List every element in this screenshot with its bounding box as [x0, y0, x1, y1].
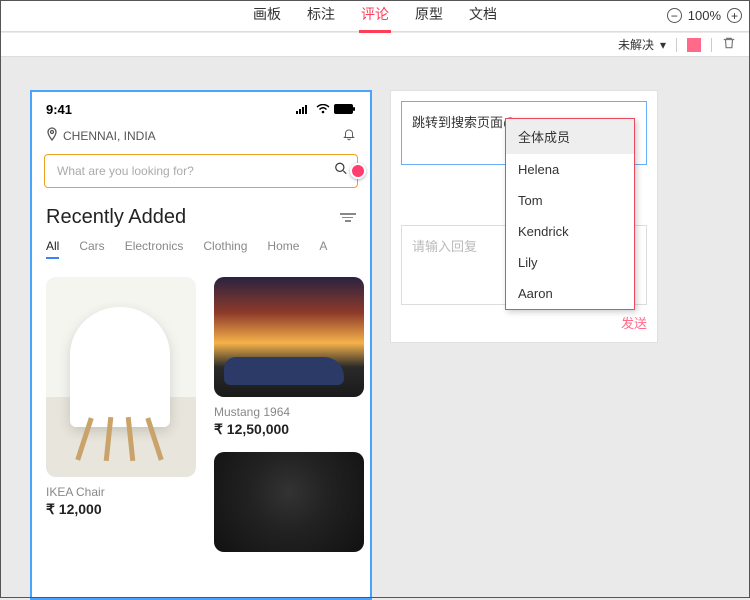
comment-filter-dropdown[interactable]: 未解决 ▾: [618, 36, 666, 53]
signal-icon: [296, 102, 312, 117]
canvas-area[interactable]: 9:41 CHENNAI, INDIA: [0, 60, 750, 598]
category-tab-more[interactable]: A: [319, 239, 327, 259]
mobile-status-bar: 9:41: [32, 92, 370, 121]
product-cards: IKEA Chair ₹ 12,000 Mustang 1964 ₹ 12,50…: [32, 267, 370, 552]
category-tab-cars[interactable]: Cars: [79, 239, 104, 259]
divider: [711, 38, 712, 52]
location-text: CHENNAI, INDIA: [63, 129, 156, 143]
zoom-out-button[interactable]: −: [667, 8, 682, 23]
comment-filter-label: 未解决: [618, 36, 654, 53]
location-pin-icon: [46, 127, 58, 144]
battery-icon: [334, 102, 356, 117]
zoom-controls: − 100% +: [667, 8, 742, 23]
mention-item[interactable]: Kendrick: [506, 216, 634, 247]
category-tab-all[interactable]: All: [46, 239, 59, 259]
product-price: ₹ 12,50,000: [214, 421, 364, 438]
tab-prototype[interactable]: 原型: [413, 0, 445, 33]
mention-item[interactable]: Helena: [506, 154, 634, 185]
comment-pin[interactable]: [350, 163, 366, 179]
tab-comment[interactable]: 评论: [359, 0, 391, 33]
category-tab-electronics[interactable]: Electronics: [125, 239, 184, 259]
location-row: CHENNAI, INDIA: [32, 121, 370, 154]
product-price: ₹ 12,000: [46, 501, 196, 518]
product-image: [214, 452, 364, 552]
search-field-wrapper: What are you looking for?: [44, 154, 358, 188]
status-time: 9:41: [46, 102, 72, 117]
search-icon: [334, 162, 348, 181]
tab-artboard[interactable]: 画板: [251, 0, 283, 33]
comment-color-swatch[interactable]: [687, 38, 701, 52]
section-title: Recently Added: [46, 206, 186, 229]
tab-annotation[interactable]: 标注: [305, 0, 337, 33]
top-toolbar: 画板 标注 评论 原型 文档 − 100% +: [0, 0, 750, 32]
category-tab-home[interactable]: Home: [267, 239, 299, 259]
mention-dropdown: 全体成员 Helena Tom Kendrick Lily Aaron: [505, 118, 635, 310]
product-title: Mustang 1964: [214, 405, 364, 419]
category-tabs: All Cars Electronics Clothing Home A: [32, 239, 370, 267]
search-input[interactable]: What are you looking for?: [44, 154, 358, 188]
delete-button[interactable]: [722, 36, 736, 53]
mode-tabs: 画板 标注 评论 原型 文档: [251, 0, 499, 33]
category-tab-clothing[interactable]: Clothing: [203, 239, 247, 259]
product-image: [46, 277, 196, 477]
tab-document[interactable]: 文档: [467, 0, 499, 33]
zoom-level: 100%: [688, 8, 721, 23]
product-card[interactable]: IKEA Chair ₹ 12,000: [46, 277, 196, 552]
mention-item[interactable]: Aaron: [506, 278, 634, 309]
mention-item[interactable]: Lily: [506, 247, 634, 278]
notification-bell-icon[interactable]: [342, 127, 356, 144]
mention-item[interactable]: Tom: [506, 185, 634, 216]
mention-item[interactable]: 全体成员: [506, 119, 634, 154]
product-title: IKEA Chair: [46, 485, 196, 499]
zoom-in-button[interactable]: +: [727, 8, 742, 23]
comment-toolbar: 未解决 ▾: [0, 33, 750, 57]
status-icons: [296, 102, 356, 117]
product-card[interactable]: Mustang 1964 ₹ 12,50,000: [214, 277, 364, 552]
send-button[interactable]: 发送: [621, 316, 647, 331]
wifi-icon: [316, 102, 330, 117]
chevron-down-icon: ▾: [660, 38, 666, 52]
product-image: [214, 277, 364, 397]
artboard-mobile[interactable]: 9:41 CHENNAI, INDIA: [30, 90, 372, 600]
filter-icon[interactable]: [340, 213, 356, 222]
section-header: Recently Added: [32, 188, 370, 239]
divider: [676, 38, 677, 52]
